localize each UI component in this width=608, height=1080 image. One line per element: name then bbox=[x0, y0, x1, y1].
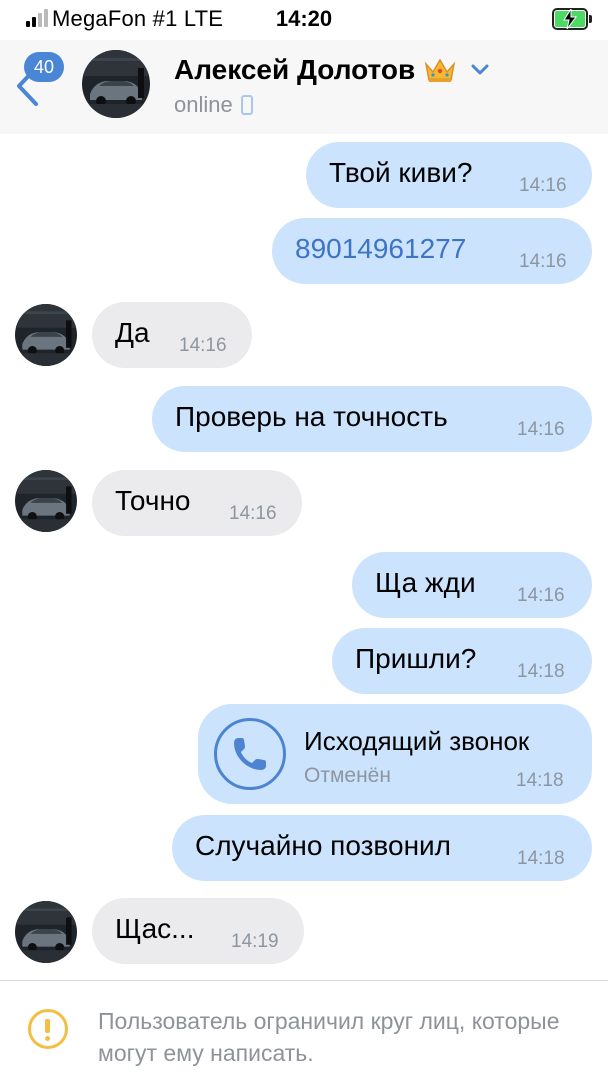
message-time: 14:18 bbox=[517, 848, 565, 869]
message-time: 14:16 bbox=[519, 175, 567, 196]
chat-header: 40 Алексей Долотов online bbox=[0, 40, 608, 134]
call-title: Исходящий звонок bbox=[304, 726, 530, 756]
call-status: Отменён bbox=[304, 764, 391, 787]
battery-charging-icon bbox=[552, 8, 592, 30]
message-time: 14:18 bbox=[516, 770, 564, 791]
crown-icon bbox=[424, 58, 456, 82]
call-button[interactable] bbox=[214, 718, 286, 790]
message-bubble-incoming[interactable]: Щас... 14:19 bbox=[92, 898, 304, 964]
message-time: 14:16 bbox=[229, 503, 277, 524]
contact-avatar[interactable] bbox=[82, 50, 150, 118]
message-time: 14:16 bbox=[519, 251, 567, 272]
message-text: Точно bbox=[115, 485, 191, 516]
contact-name[interactable]: Алексей Долотов bbox=[174, 54, 415, 86]
message-time: 14:18 bbox=[517, 661, 565, 682]
message-bubble-outgoing[interactable]: Твой киви? 14:16 bbox=[306, 142, 592, 208]
contact-avatar-small[interactable] bbox=[15, 470, 77, 532]
contact-avatar-small[interactable] bbox=[15, 901, 77, 963]
message-text: Твой киви? bbox=[329, 157, 473, 188]
restriction-notice: Пользователь ограничил круг лиц, которые… bbox=[0, 980, 608, 1080]
online-status: online bbox=[174, 92, 233, 117]
message-bubble-outgoing[interactable]: Пришли? 14:18 bbox=[332, 628, 592, 694]
message-bubble-outgoing[interactable]: 89014961277 14:16 bbox=[272, 218, 592, 284]
message-text: Щас... bbox=[115, 913, 195, 944]
phone-number-link[interactable]: 89014961277 bbox=[295, 233, 466, 265]
warning-icon bbox=[28, 1009, 68, 1049]
message-text: Случайно позвонил bbox=[195, 830, 452, 861]
clock: 14:20 bbox=[275, 6, 333, 31]
status-bar: MegaFon #1 LTE 14:20 bbox=[0, 0, 608, 40]
message-time: 14:19 bbox=[231, 931, 279, 952]
message-bubble-outgoing[interactable]: Случайно позвонил 14:18 bbox=[172, 815, 592, 881]
contact-avatar-small[interactable] bbox=[15, 304, 77, 366]
message-text: Да bbox=[115, 317, 150, 348]
message-time: 14:16 bbox=[517, 419, 565, 440]
message-bubble-outgoing[interactable]: Проверь на точность 14:16 bbox=[152, 386, 592, 452]
unread-count-badge[interactable]: 40 bbox=[24, 52, 64, 82]
message-bubble-incoming[interactable]: Да 14:16 bbox=[92, 302, 252, 368]
message-text: Ща жди bbox=[375, 567, 476, 598]
restriction-notice-text: Пользователь ограничил круг лиц, которые… bbox=[98, 1008, 560, 1066]
message-bubble-outgoing[interactable]: Ща жди 14:16 bbox=[352, 552, 592, 618]
phone-handset-icon bbox=[234, 738, 266, 770]
message-bubble-incoming[interactable]: Точно 14:16 bbox=[92, 470, 302, 536]
message-text: Проверь на точность bbox=[175, 401, 448, 432]
outgoing-call-bubble[interactable]: Исходящий звонок Отменён 14:18 bbox=[198, 704, 592, 804]
message-time: 14:16 bbox=[517, 585, 565, 606]
message-text: Пришли? bbox=[355, 643, 477, 674]
mobile-device-icon bbox=[240, 95, 253, 115]
message-time: 14:16 bbox=[179, 335, 227, 356]
chevron-down-icon[interactable] bbox=[471, 64, 489, 76]
